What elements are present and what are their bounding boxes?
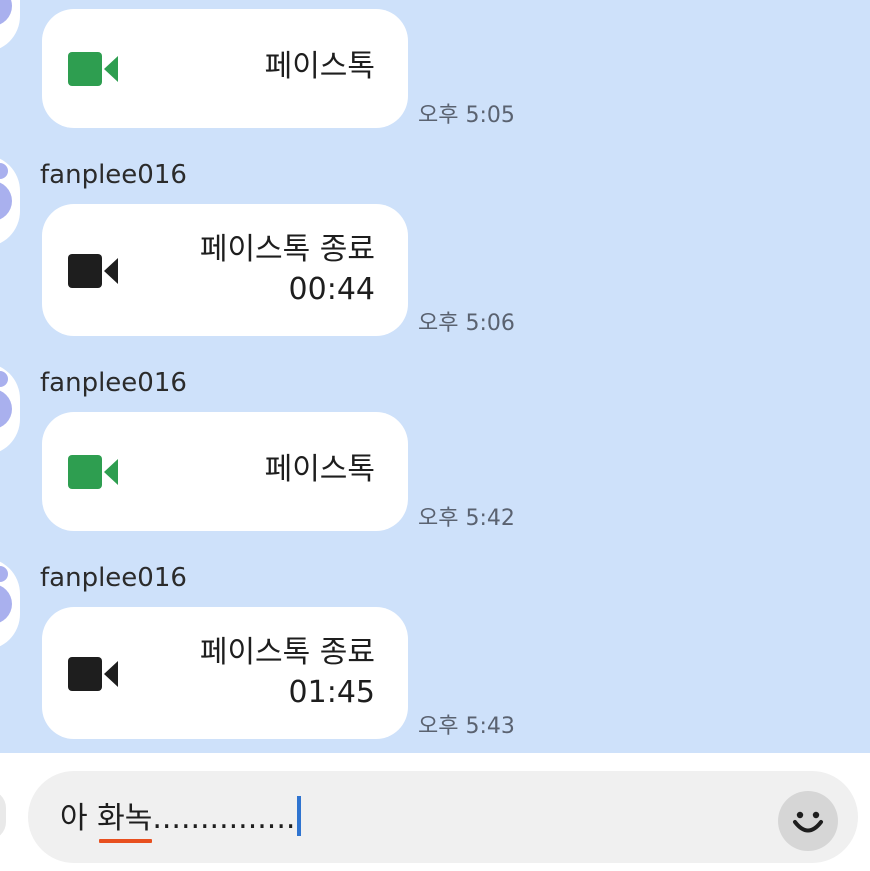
video-camera-icon [68,254,118,288]
sender-name: fanplee016 [40,160,187,190]
video-camera-icon [68,455,118,489]
message-input[interactable]: 아 화녹............... [28,771,858,863]
sender-avatar[interactable] [0,558,20,650]
sender-avatar[interactable] [0,155,20,247]
emoji-button[interactable] [778,791,838,851]
call-label: 페이스톡 종료 00:44 [200,230,375,310]
sender-name: fanplee016 [40,368,187,398]
sender-avatar[interactable] [0,0,20,52]
sender-avatar[interactable] [0,363,20,455]
chat-message-area[interactable]: 페이스톡 오후 5:05 fanplee016 페이스톡 종료 00:44 오후… [0,0,870,753]
smiley-face-icon [793,811,823,833]
add-attachment-button[interactable] [0,790,6,840]
call-bubble[interactable]: 페이스톡 [42,412,408,531]
call-duration: 01:45 [288,675,375,710]
call-ended-bubble[interactable]: 페이스톡 종료 00:44 [42,204,408,336]
call-label: 페이스톡 종료 01:45 [200,633,375,713]
message-time: 오후 5:42 [418,506,515,531]
call-ended-bubble[interactable]: 페이스톡 종료 01:45 [42,607,408,739]
message-time: 오후 5:06 [418,311,515,336]
video-camera-icon [68,657,118,691]
sender-name: fanplee016 [40,563,187,593]
message-time: 오후 5:43 [418,714,515,739]
call-label: 페이스톡 [264,49,375,84]
call-duration: 00:44 [288,272,375,307]
spellcheck-underlined-word[interactable]: 화녹 [97,799,153,843]
message-input-text[interactable]: 아 화녹............... [60,795,302,843]
video-camera-icon [68,52,118,86]
call-bubble[interactable]: 페이스톡 [42,9,408,128]
text-cursor [297,795,302,836]
message-time: 오후 5:05 [418,103,515,128]
call-label: 페이스톡 [264,452,375,487]
